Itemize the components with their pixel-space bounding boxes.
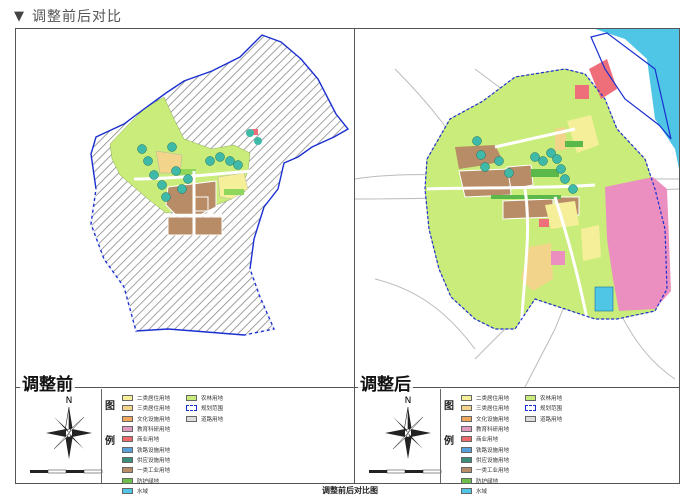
legend-label: 二类居住用地	[476, 396, 510, 403]
legend-swatch	[525, 415, 536, 422]
section-header: ▼ 调整前后对比	[14, 6, 122, 26]
legend-label: 铁路设施用地	[476, 447, 510, 454]
legend-label: 教育科研用地	[476, 427, 510, 434]
section-title: 调整前后对比	[32, 9, 122, 25]
legend-label: 规划范围	[540, 406, 563, 413]
legend-item: 供应设施用地	[461, 455, 591, 465]
legend-item: 商业用地	[461, 434, 591, 444]
legend-label: 防护绿地	[137, 478, 160, 485]
legend-item: 农林用地	[186, 393, 256, 403]
legend-label: 文化设施用地	[137, 416, 171, 423]
map-before[interactable]	[16, 29, 354, 387]
land-residential	[581, 225, 601, 261]
legend-swatch	[122, 446, 133, 453]
legend-swatch	[122, 477, 133, 484]
legend-column-2: 农林用地规划范围道路用地	[186, 393, 256, 424]
water-pond	[594, 286, 614, 312]
legend-swatch	[461, 426, 472, 433]
legend-swatch	[122, 426, 133, 433]
map-after-svg	[355, 29, 679, 387]
zone-marker	[254, 137, 262, 145]
land-commercial	[575, 85, 589, 99]
legend-label: 教育科研用地	[137, 427, 171, 434]
legend-swatch	[122, 436, 133, 443]
legend-before: N 图 例 二类居住用地 三类居住用地 文化设施用地 教育科研用地 商业用地铁路设施用地…	[16, 389, 354, 495]
legend-label: 文化设施用地	[476, 416, 510, 423]
legend-swatch	[461, 395, 472, 402]
scale-bar-icon	[369, 469, 442, 474]
legend-label: 一类工业用地	[137, 468, 171, 475]
legend-swatch	[186, 415, 197, 422]
legend-label: 商业用地	[137, 437, 160, 444]
legend-after: N 图 例 二类居住用地 三类居住用地 文化设施用地 教育科研用地 商业用地铁路设施用地…	[355, 389, 679, 495]
legend-item: 一类工业用地	[122, 465, 252, 475]
legend-item: 铁路设施用地	[461, 444, 591, 454]
north-arrow-icon: N	[46, 396, 92, 459]
legend-swatch	[461, 405, 472, 412]
legend-swatch	[122, 467, 133, 474]
north-arrow-icon: N	[385, 396, 431, 459]
legend-swatch	[461, 477, 472, 484]
legend-swatch	[122, 415, 133, 422]
land-industry	[458, 168, 512, 198]
legend-swatch	[461, 446, 472, 453]
legend-label: 三类居住用地	[476, 406, 510, 413]
legend-column-2: 农林用地规划范围道路用地	[525, 393, 595, 424]
legend-item: 一类工业用地	[461, 465, 591, 475]
legend-label: 道路用地	[201, 416, 224, 423]
legend-separator	[440, 389, 441, 483]
legend-title: 图 例	[105, 401, 115, 447]
legend-swatch	[122, 395, 133, 402]
land-education	[551, 251, 565, 265]
map-before-svg	[90, 34, 350, 336]
legend-label: 道路用地	[540, 416, 563, 423]
land-forest	[224, 189, 244, 195]
legend-swatch	[186, 405, 197, 412]
legend-item: 道路用地	[525, 414, 595, 424]
land-forest	[565, 141, 583, 147]
legend-item: 规划范围	[186, 403, 256, 413]
legend-swatch	[122, 405, 133, 412]
triangle-marker-icon: ▼	[14, 8, 24, 24]
legend-swatch	[122, 456, 133, 463]
legend-label: 供应设施用地	[476, 457, 510, 464]
legend-item: 商业用地	[122, 434, 252, 444]
legend-label: 防护绿地	[476, 478, 499, 485]
legend-label: 规划范围	[201, 406, 224, 413]
legend-separator	[101, 389, 102, 483]
legend-label: 农林用地	[201, 396, 224, 403]
scale-bar-icon	[30, 469, 103, 474]
legend-item: 铁路设施用地	[122, 444, 252, 454]
legend-item: 道路用地	[186, 414, 256, 424]
legend-swatch	[461, 415, 472, 422]
legend-swatch	[461, 436, 472, 443]
legend-swatch	[525, 395, 536, 402]
legend-label: 农林用地	[540, 396, 563, 403]
zone-marker	[246, 129, 254, 137]
figure-caption: 调整前后对比图	[322, 486, 378, 495]
legend-swatch	[461, 456, 472, 463]
legend-label: 铁路设施用地	[137, 447, 171, 454]
map-after[interactable]	[355, 29, 679, 387]
legend-divider	[15, 387, 680, 388]
legend-label: 二类居住用地	[137, 396, 171, 403]
legend-item: 教育科研用地	[461, 424, 591, 434]
legend-swatch	[461, 467, 472, 474]
legend-label: 商业用地	[476, 437, 499, 444]
legend-swatch	[525, 405, 536, 412]
legend-item: 供应设施用地	[122, 455, 252, 465]
legend-item: 规划范围	[525, 403, 595, 413]
legend-item: 农林用地	[525, 393, 595, 403]
legend-swatch	[186, 395, 197, 402]
legend-item: 教育科研用地	[122, 424, 252, 434]
legend-label: 供应设施用地	[137, 457, 171, 464]
land-industry	[193, 196, 209, 212]
legend-label: 三类居住用地	[137, 406, 171, 413]
svg-text:N: N	[66, 396, 73, 406]
svg-text:N: N	[405, 396, 412, 406]
land-commercial	[539, 219, 549, 227]
legend-label: 一类工业用地	[476, 468, 510, 475]
land-forest	[531, 169, 559, 177]
legend-title: 图 例	[444, 401, 454, 447]
